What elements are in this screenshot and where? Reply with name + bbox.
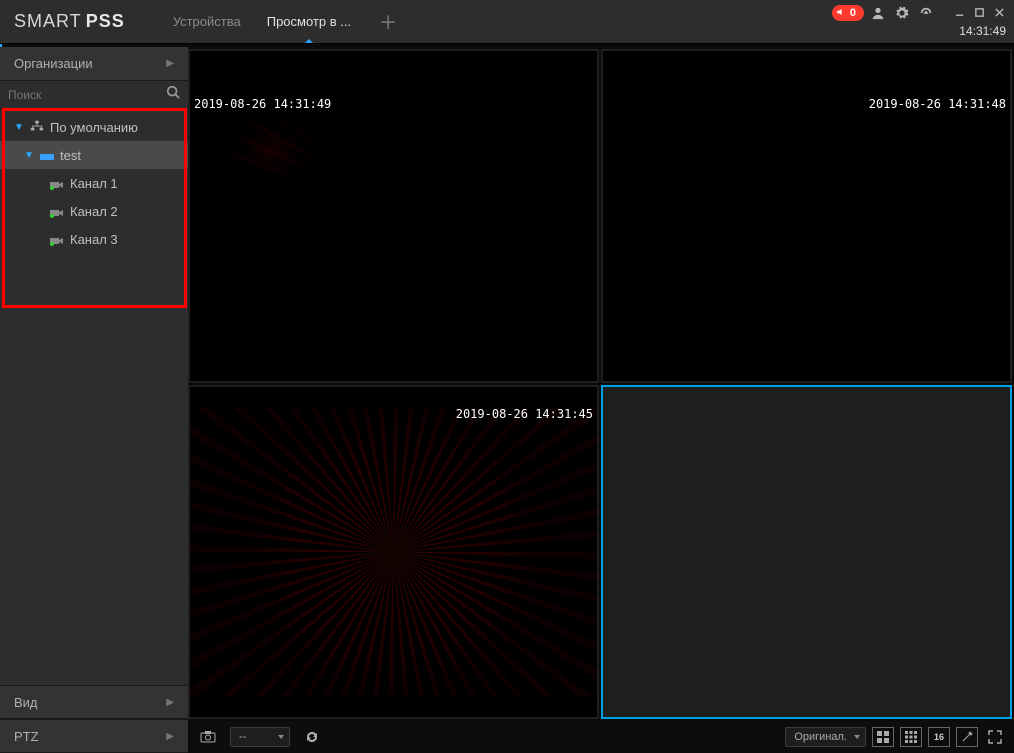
- caret-down-icon: ▼: [14, 122, 24, 133]
- tab-devices[interactable]: Устройства: [165, 2, 249, 41]
- letterbox: [603, 335, 1010, 381]
- sidebar-section-ptz[interactable]: PTZ ▶: [0, 719, 188, 753]
- tree-channel-2[interactable]: Канал 2: [0, 197, 188, 225]
- letterbox: [190, 335, 597, 381]
- tab-live-view[interactable]: Просмотр в ...: [259, 2, 359, 41]
- channel-label: Канал 1: [70, 176, 118, 191]
- stream-select[interactable]: --: [230, 727, 290, 747]
- bottom-right-controls: Оригинал. 16: [785, 727, 1006, 747]
- tab-live-view-label: Просмотр в ...: [267, 14, 351, 29]
- clock: 14:31:49: [959, 22, 1014, 38]
- video-cell-3[interactable]: 2019-08-26 14:31:45: [188, 385, 599, 719]
- letterbox: [190, 387, 597, 407]
- tree-channel-3[interactable]: Канал 3: [0, 225, 188, 253]
- video-timestamp: 2019-08-26 14:31:49: [194, 97, 331, 111]
- video-cell-2[interactable]: 2019-08-26 14:31:48: [601, 49, 1012, 383]
- video-cell-4-empty[interactable]: [601, 385, 1012, 719]
- bottom-toolbar: -- Оригинал. 16: [188, 721, 1014, 753]
- letterbox: [190, 51, 597, 97]
- letterbox: [190, 697, 597, 717]
- layout-16-label: 16: [934, 732, 944, 742]
- main-tabs: Устройства Просмотр в ... ＋: [165, 2, 407, 41]
- camera-icon: [50, 206, 64, 216]
- add-tab-button[interactable]: ＋: [369, 9, 407, 35]
- video-timestamp: 2019-08-26 14:31:48: [869, 97, 1006, 111]
- gauge-icon[interactable]: [916, 3, 936, 23]
- logo-text-a: SMART: [14, 11, 82, 32]
- chevron-right-icon: ▶: [166, 697, 174, 708]
- chevron-right-icon: ▶: [166, 58, 174, 69]
- channel-label: Канал 3: [70, 232, 118, 247]
- tree-channel-1[interactable]: Канал 1: [0, 169, 188, 197]
- device-tree-wrap: ▼ По умолчанию ▼ test Канал 1 Канал 2: [0, 109, 188, 257]
- stream-select-value: --: [239, 731, 246, 743]
- device-tree: ▼ По умолчанию ▼ test Канал 1 Канал 2: [0, 109, 188, 257]
- layout-4-button[interactable]: [872, 727, 894, 747]
- minimize-button[interactable]: [950, 4, 968, 22]
- tree-root-label: По умолчанию: [50, 120, 138, 135]
- video-cell-1[interactable]: 2019-08-26 14:31:49: [188, 49, 599, 383]
- video-timestamp: 2019-08-26 14:31:45: [456, 407, 593, 421]
- refresh-button[interactable]: [300, 726, 324, 748]
- aspect-ratio-select[interactable]: Оригинал.: [785, 727, 866, 747]
- org-icon: [30, 120, 44, 135]
- tree-device-test[interactable]: ▼ test: [0, 141, 188, 169]
- video-feed: [190, 387, 597, 717]
- titlebar-right: 0 14:31:49: [832, 0, 1014, 44]
- sidebar-spacer: [0, 257, 188, 685]
- letterbox: [603, 51, 1010, 97]
- search-row: [0, 81, 188, 109]
- alarm-badge[interactable]: 0: [832, 5, 864, 21]
- speaker-icon: [836, 4, 846, 22]
- layout-16-button[interactable]: 16: [928, 727, 950, 747]
- active-tab-indicator: [305, 39, 313, 43]
- sidebar-section-view-label: Вид: [14, 695, 38, 710]
- camera-icon: [50, 234, 64, 244]
- logo-text-b: PSS: [86, 11, 125, 32]
- snapshot-all-button[interactable]: [196, 726, 220, 748]
- maximize-button[interactable]: [970, 4, 988, 22]
- nvr-icon: [40, 150, 54, 160]
- chevron-right-icon: ▶: [166, 731, 174, 742]
- app-logo: SMART PSS: [14, 11, 125, 32]
- fullscreen-button[interactable]: [984, 727, 1006, 747]
- search-icon[interactable]: [166, 85, 180, 104]
- close-button[interactable]: [990, 4, 1008, 22]
- caret-down-icon: ▼: [24, 150, 34, 161]
- video-grid: 2019-08-26 14:31:49 2019-08-26 14:31:48 …: [188, 47, 1014, 721]
- title-bar: SMART PSS Устройства Просмотр в ... ＋ 0 …: [0, 0, 1014, 44]
- sidebar: Организации ▶ ▼ По умолчанию ▼ test: [0, 47, 188, 753]
- main-viewer: 2019-08-26 14:31:49 2019-08-26 14:31:48 …: [188, 47, 1014, 753]
- layout-9-button[interactable]: [900, 727, 922, 747]
- channel-label: Канал 2: [70, 204, 118, 219]
- alarm-count: 0: [850, 7, 856, 19]
- aspect-value: Оригинал.: [794, 731, 847, 743]
- camera-icon: [50, 178, 64, 188]
- sidebar-section-view[interactable]: Вид ▶: [0, 685, 188, 719]
- user-icon[interactable]: [868, 3, 888, 23]
- sidebar-section-org-label: Организации: [14, 56, 93, 71]
- settings-icon[interactable]: [892, 3, 912, 23]
- tree-root-default[interactable]: ▼ По умолчанию: [0, 113, 188, 141]
- tree-device-label: test: [60, 148, 81, 163]
- search-input[interactable]: [8, 88, 166, 102]
- sidebar-section-organizations[interactable]: Организации ▶: [0, 47, 188, 81]
- sidebar-section-ptz-label: PTZ: [14, 729, 39, 744]
- layout-custom-button[interactable]: [956, 727, 978, 747]
